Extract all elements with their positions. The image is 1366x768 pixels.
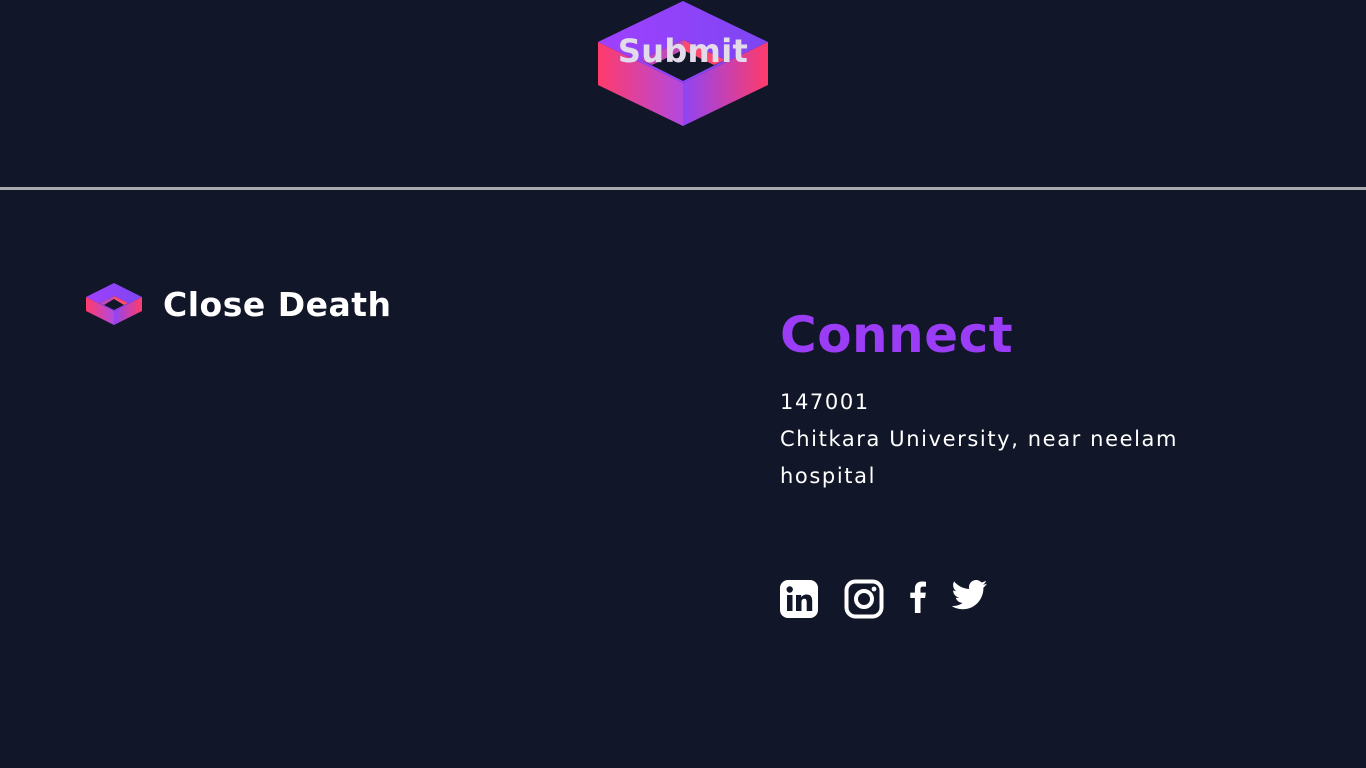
address-line: Chitkara University, near neelam hospita… <box>780 427 1179 488</box>
submit-button[interactable]: Submit <box>597 0 769 127</box>
brand-name: Close Death <box>163 284 392 324</box>
connect-section: Connect 147001 Chitkara University, near… <box>780 302 1300 495</box>
footer-divider <box>0 187 1366 190</box>
connect-heading: Connect <box>780 306 1014 364</box>
twitter-icon[interactable] <box>952 579 988 611</box>
linkedin-icon[interactable] <box>780 579 818 619</box>
isometric-cube-logo-icon <box>86 283 142 325</box>
submit-button-label: Submit <box>617 32 749 70</box>
brand[interactable]: Close Death <box>84 281 392 327</box>
facebook-icon[interactable] <box>908 579 928 613</box>
instagram-icon[interactable] <box>844 579 884 619</box>
postal-code: 147001 <box>780 390 870 414</box>
contact-address: 147001 Chitkara University, near neelam … <box>780 384 1300 495</box>
